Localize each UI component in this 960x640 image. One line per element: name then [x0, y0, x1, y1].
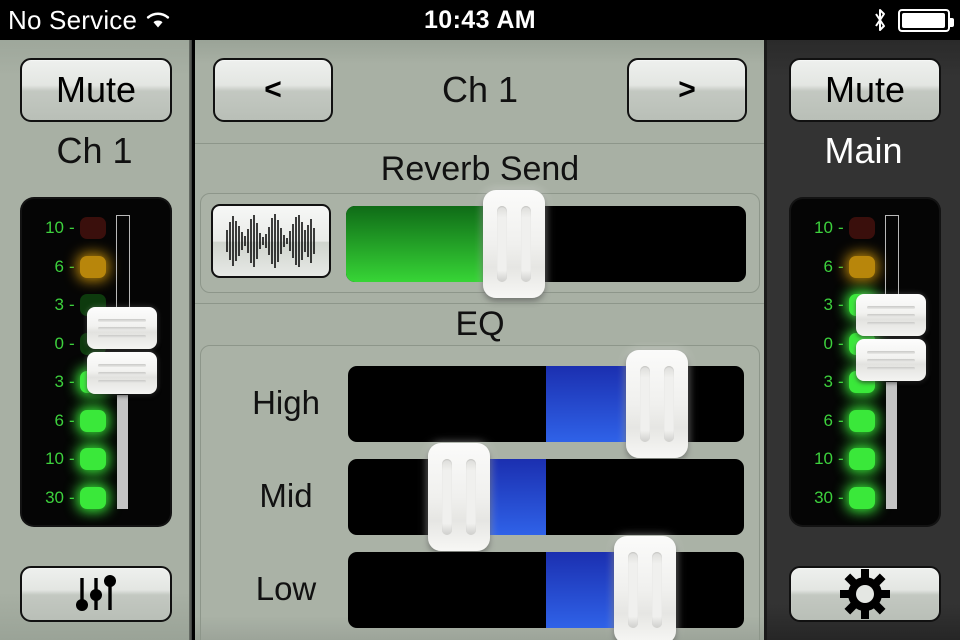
eq-band-label: Low	[255, 570, 317, 607]
faders-icon	[76, 575, 116, 611]
meter-tick: -	[838, 410, 844, 430]
meter-tick: -	[838, 487, 844, 507]
meter-led	[79, 448, 106, 470]
fader-track-upper	[885, 215, 899, 298]
status-bar: No Service 10:43 AM	[0, 0, 960, 40]
center-panel: < Ch 1 > Reverb Send EQ High Mid Low	[195, 40, 765, 640]
faders-button[interactable]	[20, 566, 172, 622]
meter-tick: -	[69, 487, 75, 507]
meter-scale-label: 6	[823, 256, 833, 276]
fader-handle-lower[interactable]	[87, 352, 157, 394]
meter-led-row: 6-	[30, 409, 106, 432]
meter-led-row: 10-	[30, 448, 106, 470]
eq-slider-handle[interactable]	[625, 350, 688, 458]
meter-tick: -	[838, 218, 844, 237]
meter-led-row: 10-	[799, 217, 875, 239]
eq-band-label: Mid	[259, 477, 313, 514]
meter-tick: -	[69, 218, 75, 237]
eq-slider-track[interactable]	[348, 459, 744, 535]
mute-button-main[interactable]: Mute	[789, 58, 941, 122]
settings-button[interactable]	[789, 566, 941, 622]
eq-section: High Mid Low	[200, 345, 760, 640]
meter-scale-label: 6	[823, 410, 833, 430]
meter-led	[848, 255, 875, 278]
meter-tick: -	[838, 372, 844, 391]
next-channel-button[interactable]: >	[627, 58, 747, 122]
meter-led-row: 10-	[30, 217, 106, 239]
waveform-button[interactable]	[211, 204, 331, 278]
meter-tick: -	[69, 372, 75, 391]
fader-handle-lower[interactable]	[856, 339, 926, 381]
main-output-panel: Mute Main 10-6-3-0-3-6-10-30-	[764, 40, 960, 640]
meter-tick: -	[69, 410, 75, 430]
main-name-label: Main	[824, 130, 903, 171]
divider	[195, 303, 765, 304]
meter-led-row: 6-	[799, 409, 875, 432]
fader-track-upper	[116, 215, 130, 311]
clock-label: 10:43 AM	[423, 5, 537, 34]
meter-led-row: 6-	[30, 255, 106, 278]
eq-slider-handle[interactable]	[614, 536, 676, 640]
eq-section-title: EQ	[455, 305, 505, 343]
reverb-section-title: Reverb Send	[380, 150, 580, 188]
waveform-icon	[226, 214, 315, 268]
meter-scale-label: 6	[54, 410, 64, 430]
meter-scale-label: 10	[45, 218, 64, 237]
meter-led	[848, 217, 875, 239]
channel-level-meter: 10-6-3-0-3-6-10-30-	[20, 197, 172, 527]
meter-scale-label: 0	[823, 333, 833, 353]
meter-tick: -	[838, 449, 844, 468]
meter-scale-label: 3	[823, 295, 833, 314]
fader-track-lower	[886, 382, 897, 509]
meter-tick: -	[838, 295, 844, 314]
battery-icon	[898, 8, 954, 32]
reverb-section	[200, 190, 760, 298]
meter-led	[79, 486, 106, 509]
reverb-slider-track[interactable]	[346, 206, 746, 282]
gear-icon	[840, 569, 890, 619]
meter-led	[79, 409, 106, 432]
meter-tick: -	[838, 333, 844, 353]
meter-tick: -	[69, 449, 75, 468]
bluetooth-icon	[875, 9, 885, 31]
meter-scale-label: 3	[54, 295, 64, 314]
meter-scale-label: 3	[54, 372, 64, 391]
meter-scale-label: 6	[54, 256, 64, 276]
meter-led-row: 10-	[799, 448, 875, 470]
main-level-meter: 10-6-3-0-3-6-10-30-	[789, 197, 941, 527]
meter-tick: -	[838, 256, 844, 276]
meter-tick: -	[69, 333, 75, 353]
meter-led	[848, 448, 875, 470]
meter-led-row: 6-	[799, 255, 875, 278]
meter-scale-label: 30	[814, 487, 833, 507]
meter-scale-label: 0	[54, 333, 64, 353]
left-channel-panel: Mute Ch 1 10-6-3-0-3-6-10-30-	[0, 40, 192, 640]
channel-name-label: Ch 1	[56, 130, 133, 171]
mute-button-channel[interactable]: Mute	[20, 58, 172, 122]
meter-tick: -	[69, 256, 75, 276]
meter-led	[848, 409, 875, 432]
meter-tick: -	[69, 295, 75, 314]
meter-scale-label: 30	[45, 487, 64, 507]
fader-track-lower	[117, 395, 128, 509]
reverb-slider-handle[interactable]	[483, 190, 545, 298]
meter-scale-label: 10	[814, 449, 833, 468]
divider	[195, 143, 765, 144]
meter-scale-label: 3	[823, 372, 833, 391]
eq-band-label: High	[252, 384, 320, 421]
mixer-app: No Service 10:43 AM Mute Ch 1 10-6-3-0-3…	[0, 0, 960, 640]
meter-led	[79, 217, 106, 239]
eq-slider-handle[interactable]	[427, 443, 490, 551]
meter-led-row: 30-	[799, 486, 875, 509]
meter-led-row: 30-	[30, 486, 106, 509]
meter-led	[848, 486, 875, 509]
fader-handle-upper[interactable]	[856, 294, 926, 336]
meter-scale-label: 10	[45, 449, 64, 468]
meter-scale-label: 10	[814, 218, 833, 237]
status-bar-right	[872, 0, 954, 40]
fader-handle-upper[interactable]	[87, 307, 157, 349]
meter-led	[79, 255, 106, 278]
